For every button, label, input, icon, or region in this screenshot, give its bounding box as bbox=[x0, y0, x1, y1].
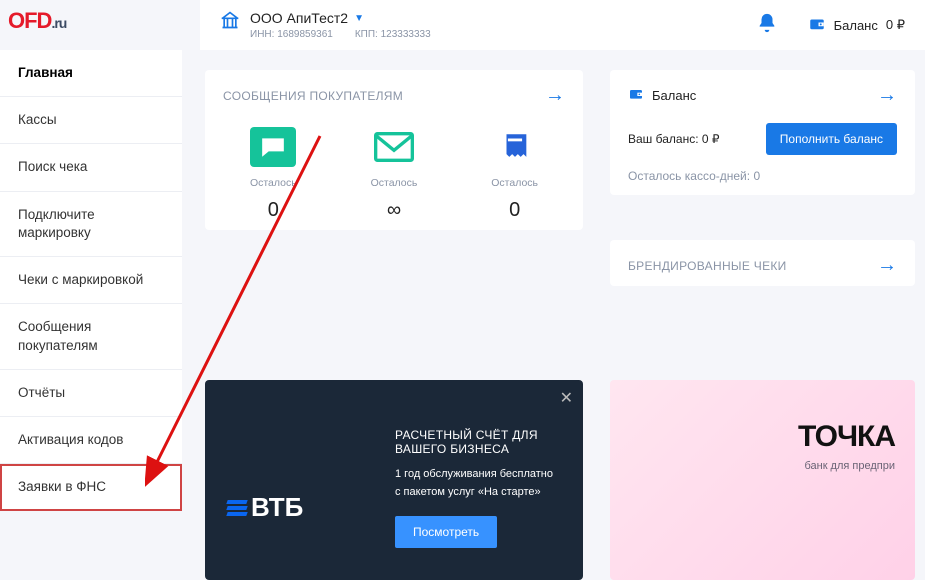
msg-cell-receipt[interactable]: Осталось 0 bbox=[460, 127, 570, 222]
sidebar-item-home[interactable]: Главная bbox=[0, 50, 182, 97]
tochka-logo: ТОЧКА bbox=[630, 420, 895, 454]
msg-cell-sms[interactable]: Осталось 0 bbox=[218, 127, 328, 222]
arrow-right-icon[interactable]: → bbox=[877, 254, 897, 277]
messages-card: СООБЩЕНИЯ ПОКУПАТЕЛЯМ → Осталось 0 Остал… bbox=[205, 70, 583, 230]
promo-sub1: 1 год обслуживания бесплатно bbox=[395, 468, 563, 480]
msg-cell-email[interactable]: Осталось ∞ bbox=[339, 127, 449, 222]
sidebar-item-marking-checks[interactable]: Чеки с маркировкой bbox=[0, 257, 182, 304]
org-inn: ИНН: 1689859361 bbox=[250, 29, 333, 40]
mail-icon bbox=[371, 127, 417, 167]
msg-label: Осталось bbox=[371, 177, 418, 189]
bank-icon bbox=[220, 10, 240, 35]
topup-button[interactable]: Пополнить баланс bbox=[766, 123, 897, 155]
branded-checks-card[interactable]: БРЕНДИРОВАННЫЕ ЧЕКИ → bbox=[610, 240, 915, 286]
sidebar-item-search-check[interactable]: Поиск чека bbox=[0, 144, 182, 191]
chevron-down-icon: ▼ bbox=[354, 13, 364, 24]
branded-checks-title: БРЕНДИРОВАННЫЕ ЧЕКИ bbox=[628, 259, 787, 273]
promo-sub2: с пакетом услуг «На старте» bbox=[395, 486, 563, 498]
balance-days-left: Осталось кассо-дней: 0 bbox=[610, 169, 915, 197]
logo-suffix: .ru bbox=[51, 15, 66, 31]
msg-label: Осталось bbox=[250, 177, 297, 189]
arrow-right-icon[interactable]: → bbox=[877, 84, 897, 107]
balance-card-title: Баланс bbox=[628, 86, 696, 105]
balance-top-label: Баланс bbox=[834, 18, 878, 33]
promo-headline: РАСЧЕТНЫЙ СЧЁТ ДЛЯ ВАШЕГО БИЗНЕСА bbox=[395, 428, 563, 456]
balance-top[interactable]: Баланс 0 ₽ bbox=[808, 15, 905, 36]
tochka-tagline: банк для предпри bbox=[630, 460, 895, 472]
sidebar-item-marking-connect[interactable]: Подключите маркировку bbox=[0, 192, 182, 257]
msg-value: 0 bbox=[268, 199, 279, 222]
sidebar-item-kkt[interactable]: Кассы bbox=[0, 97, 182, 144]
sidebar-item-reports[interactable]: Отчёты bbox=[0, 370, 182, 417]
msg-label: Осталось bbox=[491, 177, 538, 189]
vtb-logo: ВТБ bbox=[227, 492, 303, 523]
logo[interactable]: OFD.ru bbox=[8, 8, 66, 34]
arrow-right-icon[interactable]: → bbox=[545, 84, 565, 107]
close-icon[interactable]: ✕ bbox=[560, 388, 573, 408]
org-kpp: КПП: 123333333 bbox=[355, 29, 431, 40]
receipt-icon bbox=[492, 127, 538, 167]
main-area: СООБЩЕНИЯ ПОКУПАТЕЛЯМ → Осталось 0 Остал… bbox=[200, 70, 925, 526]
promo-vtb[interactable]: ✕ ВТБ РАСЧЕТНЫЙ СЧЁТ ДЛЯ ВАШЕГО БИЗНЕСА … bbox=[205, 380, 583, 580]
org-selector[interactable]: ООО АпиТест2 ▼ ИНН: 1689859361 КПП: 1233… bbox=[220, 10, 431, 40]
chat-icon bbox=[250, 127, 296, 167]
msg-value: ∞ bbox=[387, 199, 401, 222]
logo-main: OFD bbox=[8, 8, 51, 33]
topbar: ООО АпиТест2 ▼ ИНН: 1689859361 КПП: 1233… bbox=[200, 0, 925, 50]
sidebar-item-fns-requests[interactable]: Заявки в ФНС bbox=[0, 464, 182, 511]
balance-amount: Ваш баланс: 0 ₽ bbox=[628, 132, 720, 146]
promo-tochka[interactable]: ТОЧКА банк для предпри bbox=[610, 380, 915, 580]
sidebar: Главная Кассы Поиск чека Подключите марк… bbox=[0, 50, 182, 511]
bell-icon[interactable] bbox=[756, 12, 778, 39]
wallet-icon bbox=[628, 86, 644, 105]
sidebar-item-messages[interactable]: Сообщения покупателям bbox=[0, 304, 182, 369]
wallet-icon bbox=[808, 15, 826, 36]
promo-cta-button[interactable]: Посмотреть bbox=[395, 516, 497, 548]
msg-value: 0 bbox=[509, 199, 520, 222]
balance-top-value: 0 ₽ bbox=[886, 17, 905, 33]
sidebar-item-activate-codes[interactable]: Активация кодов bbox=[0, 417, 182, 464]
messages-card-title: СООБЩЕНИЯ ПОКУПАТЕЛЯМ bbox=[223, 89, 403, 103]
org-name: ООО АпиТест2 bbox=[250, 10, 348, 26]
balance-card: Баланс → Ваш баланс: 0 ₽ Пополнить балан… bbox=[610, 70, 915, 195]
